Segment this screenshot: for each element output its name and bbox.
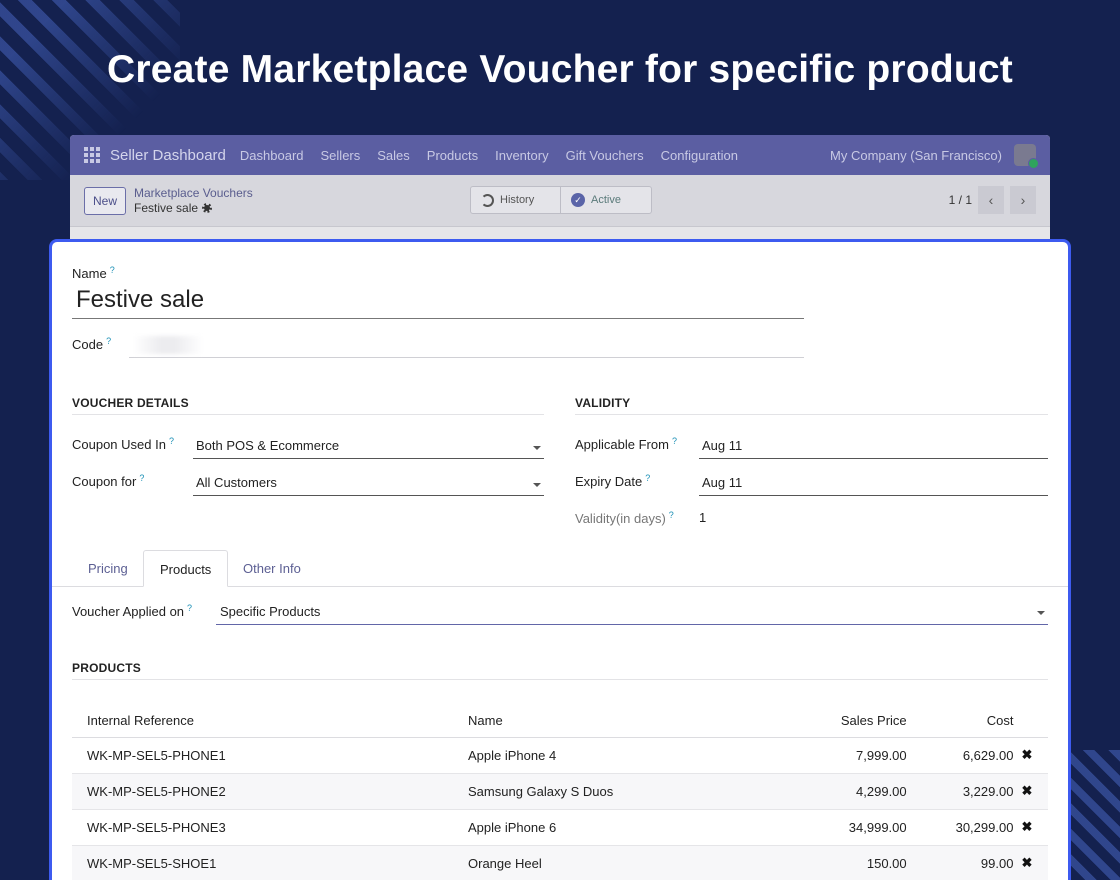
active-label: Active — [591, 194, 621, 206]
chevron-right-icon[interactable]: › — [1010, 186, 1036, 214]
menu-gift-vouchers[interactable]: Gift Vouchers — [566, 148, 644, 163]
tab-other-info[interactable]: Other Info — [227, 550, 317, 587]
column-sales-price[interactable]: Sales Price — [799, 704, 922, 738]
history-button[interactable]: History — [471, 187, 561, 213]
expiry-date-label: Expiry Date? — [575, 473, 651, 489]
breadcrumb: Marketplace Vouchers Festive sale — [134, 186, 253, 216]
table-header-row: Internal Reference Name Sales Price Cost — [72, 704, 1048, 738]
cell-name: Orange Heel — [453, 845, 800, 880]
breadcrumb-current: Festive sale — [134, 200, 199, 215]
cell-internal-reference: WK-MP-SEL5-PHONE3 — [72, 809, 454, 846]
validity-days-label: Validity(in days)? — [575, 510, 674, 526]
menu-sales[interactable]: Sales — [377, 148, 410, 163]
name-label: Name? — [72, 265, 115, 281]
history-icon — [481, 193, 494, 207]
cell-cost: 3,229.00 — [921, 773, 1020, 810]
cell-sales-price: 4,299.00 — [799, 773, 922, 810]
delete-icon[interactable]: ✖ — [1019, 737, 1048, 774]
cell-internal-reference: WK-MP-SEL5-PHONE2 — [72, 773, 454, 810]
help-icon[interactable]: ? — [187, 603, 192, 613]
menu-dashboard[interactable]: Dashboard — [240, 148, 304, 163]
pager: 1 / 1 ‹ › — [949, 186, 1036, 214]
applicable-from-field[interactable]: Aug 11 — [699, 435, 1048, 459]
table-row[interactable]: WK-MP-SEL5-PHONE3 Apple iPhone 6 34,999.… — [72, 809, 1048, 846]
cell-name: Apple iPhone 4 — [453, 737, 800, 774]
top-navbar: Seller Dashboard Dashboard Sellers Sales… — [70, 135, 1050, 175]
history-label: History — [500, 194, 535, 206]
cell-internal-reference: WK-MP-SEL5-PHONE1 — [72, 737, 454, 774]
cell-name: Samsung Galaxy S Duos — [453, 773, 800, 810]
delete-icon[interactable]: ✖ — [1019, 773, 1048, 810]
cell-cost: 6,629.00 — [921, 737, 1020, 774]
pager-value[interactable]: 1 / 1 — [949, 193, 972, 207]
cell-name: Apple iPhone 6 — [453, 809, 800, 846]
coupon-for-label: Coupon for? — [72, 473, 145, 489]
table-row[interactable]: WK-MP-SEL5-PHONE1 Apple iPhone 4 7,999.0… — [72, 737, 1048, 774]
name-field[interactable]: Festive sale — [72, 286, 804, 319]
table-row[interactable]: WK-MP-SEL5-SHOE1 Orange Heel 150.00 99.0… — [72, 845, 1048, 880]
status-buttons: History ✓ Active — [470, 186, 652, 214]
code-label: Code? — [72, 336, 112, 352]
voucher-form: Name? Festive sale Code? VOUCHER DETAILS… — [49, 239, 1071, 880]
column-cost[interactable]: Cost — [921, 704, 1020, 738]
tab-pricing[interactable]: Pricing — [72, 550, 144, 587]
menu-sellers[interactable]: Sellers — [321, 148, 361, 163]
cell-sales-price: 34,999.00 — [799, 809, 922, 846]
company-switcher[interactable]: My Company (San Francisco) — [830, 148, 1002, 163]
help-icon[interactable]: ? — [169, 436, 174, 446]
products-table: Internal Reference Name Sales Price Cost… — [72, 704, 1048, 880]
avatar[interactable] — [1014, 144, 1039, 169]
caret-down-icon — [533, 446, 541, 450]
cell-internal-reference: WK-MP-SEL5-SHOE1 — [72, 845, 454, 880]
help-icon[interactable]: ? — [139, 473, 144, 483]
applicable-from-label: Applicable From? — [575, 436, 677, 452]
column-name[interactable]: Name — [453, 704, 800, 738]
code-field[interactable] — [129, 334, 804, 358]
cell-cost: 30,299.00 — [921, 809, 1020, 846]
cell-sales-price: 150.00 — [799, 845, 922, 880]
caret-down-icon — [1037, 611, 1045, 615]
control-panel: New Marketplace Vouchers Festive sale Hi… — [70, 175, 1050, 227]
help-icon[interactable]: ? — [645, 473, 650, 483]
gear-icon[interactable] — [202, 202, 213, 213]
apps-grid-icon[interactable] — [84, 147, 100, 163]
help-icon[interactable]: ? — [672, 436, 677, 446]
notebook-tabs: Pricing Products Other Info — [52, 550, 1068, 587]
delete-icon[interactable]: ✖ — [1019, 809, 1048, 846]
expiry-date-field[interactable]: Aug 11 — [699, 472, 1048, 496]
app-brand[interactable]: Seller Dashboard — [110, 147, 226, 164]
help-icon[interactable]: ? — [110, 265, 115, 275]
validity-heading: VALIDITY — [575, 396, 1048, 415]
coupon-for-select[interactable]: All Customers — [193, 472, 544, 496]
voucher-details-heading: VOUCHER DETAILS — [72, 396, 544, 415]
check-icon: ✓ — [571, 193, 585, 207]
products-heading: PRODUCTS — [72, 661, 1048, 680]
new-button[interactable]: New — [84, 186, 127, 215]
coupon-used-in-label: Coupon Used In? — [72, 436, 174, 452]
page-headline: Create Marketplace Voucher for specific … — [107, 48, 1013, 91]
menu-inventory[interactable]: Inventory — [495, 148, 548, 163]
delete-icon[interactable]: ✖ — [1019, 845, 1048, 880]
cell-cost: 99.00 — [921, 845, 1020, 880]
chevron-left-icon[interactable]: ‹ — [978, 186, 1004, 214]
caret-down-icon — [533, 483, 541, 487]
column-internal-reference[interactable]: Internal Reference — [72, 704, 454, 738]
voucher-applied-on-label: Voucher Applied on? — [72, 603, 193, 619]
coupon-used-in-select[interactable]: Both POS & Ecommerce — [193, 435, 544, 459]
cell-sales-price: 7,999.00 — [799, 737, 922, 774]
tab-products[interactable]: Products — [143, 550, 229, 587]
menu-products[interactable]: Products — [427, 148, 478, 163]
blurred-code — [133, 336, 203, 354]
validity-days-value: 1 — [699, 510, 707, 525]
voucher-applied-on-select[interactable]: Specific Products — [216, 600, 1048, 625]
menu-configuration[interactable]: Configuration — [661, 148, 738, 163]
breadcrumb-parent[interactable]: Marketplace Vouchers — [134, 186, 253, 201]
table-row[interactable]: WK-MP-SEL5-PHONE2 Samsung Galaxy S Duos … — [72, 773, 1048, 810]
help-icon[interactable]: ? — [669, 510, 674, 520]
active-button[interactable]: ✓ Active — [561, 187, 651, 213]
help-icon[interactable]: ? — [106, 336, 111, 346]
